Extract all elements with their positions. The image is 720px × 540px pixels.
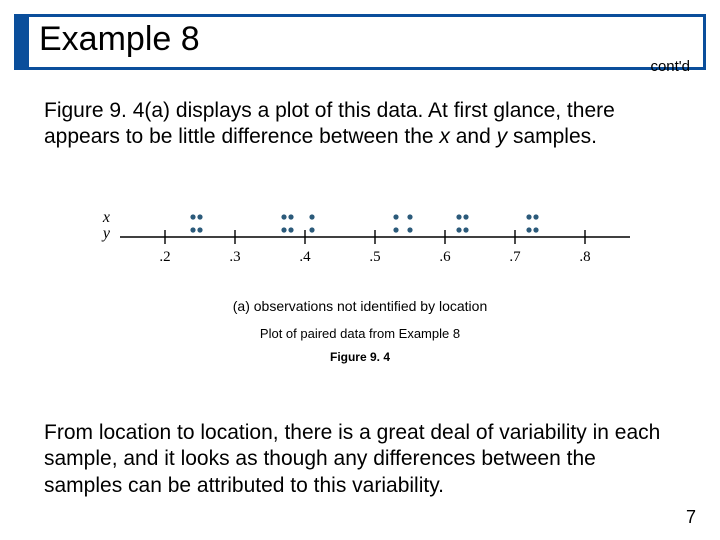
figure-caption: Plot of paired data from Example 8 (0, 326, 720, 341)
svg-text:y: y (101, 225, 111, 242)
figure-label: Figure 9. 4 (0, 350, 720, 364)
svg-text:x: x (102, 209, 110, 226)
slide-title: Example 8 (29, 17, 703, 67)
svg-text:.8: .8 (579, 249, 590, 265)
svg-text:.6: .6 (439, 249, 451, 265)
paragraph-1-text: Figure 9. 4(a) displays a plot of this d… (44, 99, 615, 148)
paragraph-1: Figure 9. 4(a) displays a plot of this d… (44, 98, 676, 151)
page-number: 7 (686, 507, 696, 528)
title-bar: Example 8 (14, 14, 706, 76)
title-accent (17, 17, 29, 67)
figure-dotplot: xy .2 .3 .4 .5 .6 .7 .8 (80, 192, 640, 282)
contd-label: cont'd (650, 58, 690, 75)
svg-text:.5: .5 (369, 249, 380, 265)
paragraph-2: From location to location, there is a gr… (44, 420, 676, 499)
figure-subcaption-a: (a) observations not identified by locat… (0, 298, 720, 314)
svg-text:.7: .7 (509, 249, 521, 265)
svg-text:.3: .3 (229, 249, 240, 265)
svg-text:.4: .4 (299, 249, 311, 265)
svg-text:.2: .2 (159, 249, 170, 265)
